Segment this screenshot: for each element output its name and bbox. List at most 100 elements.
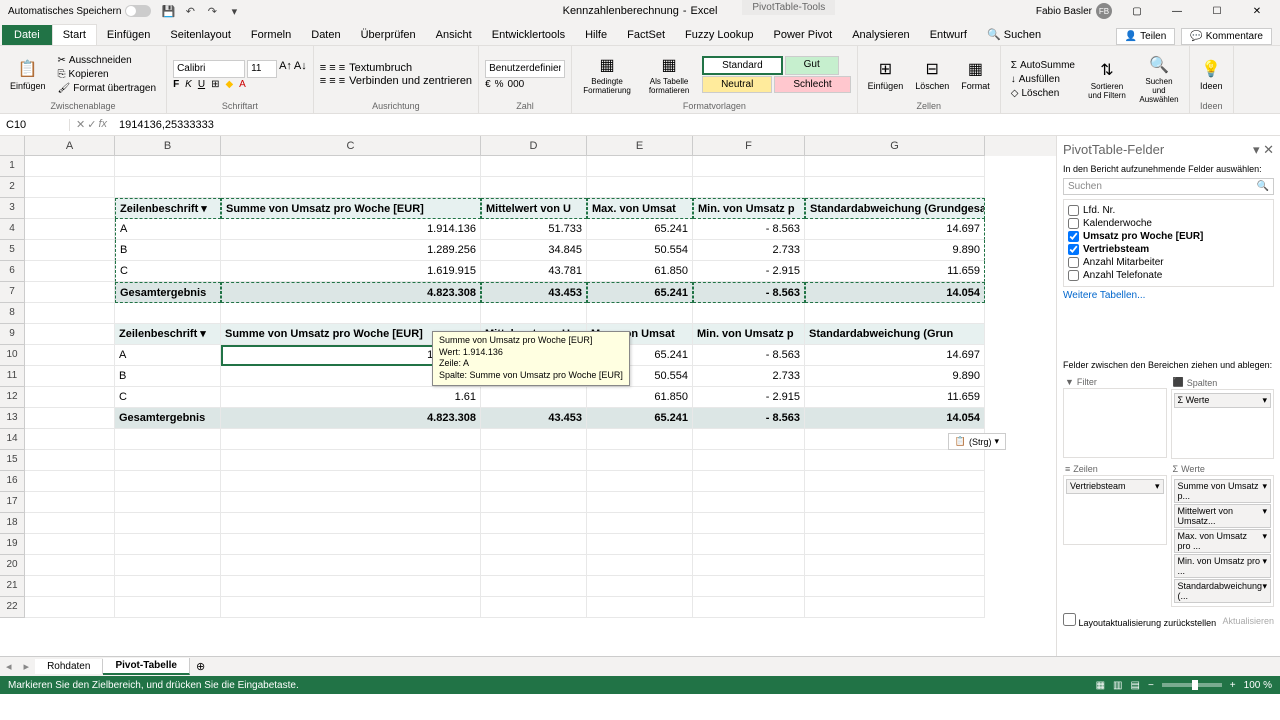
- area-item[interactable]: Σ Werte▾: [1174, 393, 1272, 408]
- zoom-level[interactable]: 100 %: [1244, 680, 1272, 691]
- percent-button[interactable]: %: [495, 79, 504, 90]
- row-header[interactable]: 12: [0, 387, 25, 408]
- currency-button[interactable]: €: [485, 79, 491, 90]
- number-format-select[interactable]: [485, 60, 565, 78]
- tab-factset[interactable]: FactSet: [617, 25, 675, 45]
- format-cells-button[interactable]: ▦Format: [957, 57, 994, 93]
- area-item[interactable]: Mittelwert von Umsatz...▾: [1174, 504, 1272, 528]
- ideas-button[interactable]: 💡Ideen: [1196, 57, 1227, 93]
- autosave-toggle[interactable]: Automatisches Speichern: [8, 5, 151, 17]
- row-header[interactable]: 22: [0, 597, 25, 618]
- save-icon[interactable]: 💾: [161, 4, 175, 18]
- paste-button[interactable]: 📋Einfügen: [6, 57, 50, 93]
- sheet-nav-prev[interactable]: ◂: [0, 660, 18, 673]
- field-item[interactable]: Anzahl Telefonate: [1068, 269, 1269, 282]
- sheet-tab[interactable]: Pivot-Tabelle: [103, 658, 190, 675]
- pane-options-icon[interactable]: ▾: [1253, 142, 1260, 157]
- row-header[interactable]: 18: [0, 513, 25, 534]
- tab-einfugen[interactable]: Einfügen: [97, 25, 160, 45]
- tab-devtools[interactable]: Entwicklertools: [482, 25, 575, 45]
- row-header[interactable]: 14: [0, 429, 25, 450]
- row-header[interactable]: 4: [0, 219, 25, 240]
- area-item[interactable]: Min. von Umsatz pro ...▾: [1174, 554, 1272, 578]
- row-header[interactable]: 19: [0, 534, 25, 555]
- row-header[interactable]: 9: [0, 324, 25, 345]
- style-gut[interactable]: Gut: [785, 56, 839, 75]
- filter-area[interactable]: [1063, 388, 1167, 458]
- name-box[interactable]: C10: [0, 119, 70, 131]
- row-header[interactable]: 15: [0, 450, 25, 471]
- tab-entwurf[interactable]: Entwurf: [920, 25, 977, 45]
- merge-button[interactable]: Verbinden und zentrieren: [349, 75, 472, 87]
- underline-button[interactable]: U: [198, 79, 205, 90]
- row-header[interactable]: 1: [0, 156, 25, 177]
- tab-hilfe[interactable]: Hilfe: [575, 25, 617, 45]
- row-header[interactable]: 16: [0, 471, 25, 492]
- decrease-font-icon[interactable]: A↓: [294, 60, 307, 78]
- paste-options[interactable]: 📋 (Strg) ▾: [948, 433, 1006, 450]
- formula-input[interactable]: 1914136,25333333: [113, 119, 1280, 131]
- share-button[interactable]: 👤 Teilen: [1116, 28, 1176, 45]
- row-header[interactable]: 21: [0, 576, 25, 597]
- rows-area[interactable]: Vertriebsteam▾: [1063, 475, 1167, 545]
- increase-font-icon[interactable]: A↑: [279, 60, 292, 78]
- spreadsheet-grid[interactable]: A B C D E F G 123Zeilenbeschrift ▾Summe …: [0, 136, 1056, 656]
- autosum-button[interactable]: Σ AutoSumme: [1007, 59, 1079, 72]
- col-header[interactable]: E: [587, 136, 693, 156]
- update-button[interactable]: Aktualisieren: [1222, 616, 1274, 626]
- sheet-nav-next[interactable]: ▸: [18, 660, 36, 673]
- undo-icon[interactable]: ↶: [183, 4, 197, 18]
- close-icon[interactable]: ✕: [1242, 0, 1272, 22]
- col-header[interactable]: D: [481, 136, 587, 156]
- italic-button[interactable]: K: [185, 79, 192, 90]
- field-item[interactable]: Kalenderwoche: [1068, 217, 1269, 230]
- tab-file[interactable]: Datei: [2, 25, 52, 45]
- bold-button[interactable]: F: [173, 79, 179, 90]
- sheet-tab[interactable]: Rohdaten: [35, 659, 103, 674]
- ribbon-options-icon[interactable]: ▢: [1122, 0, 1152, 22]
- add-sheet-icon[interactable]: ⊕: [190, 660, 211, 673]
- tab-start[interactable]: Start: [52, 24, 97, 45]
- size-select[interactable]: [247, 60, 277, 78]
- pane-close-icon[interactable]: ✕: [1263, 142, 1274, 157]
- fill-button[interactable]: ↓ Ausfüllen: [1007, 73, 1079, 86]
- more-tables-link[interactable]: Weitere Tabellen...: [1063, 287, 1274, 304]
- row-header[interactable]: 20: [0, 555, 25, 576]
- row-header[interactable]: 17: [0, 492, 25, 513]
- font-select[interactable]: [173, 60, 245, 78]
- style-schlecht[interactable]: Schlecht: [774, 76, 850, 93]
- clear-button[interactable]: ◇ Löschen: [1007, 87, 1079, 100]
- col-header[interactable]: A: [25, 136, 115, 156]
- row-header[interactable]: 2: [0, 177, 25, 198]
- find-select-button[interactable]: 🔍Suchen und Auswählen: [1135, 53, 1183, 106]
- minimize-icon[interactable]: —: [1162, 0, 1192, 22]
- view-pagebreak-icon[interactable]: ▤: [1131, 680, 1140, 691]
- defer-layout-checkbox[interactable]: Layoutaktualisierung zurückstellen: [1063, 613, 1216, 628]
- col-header[interactable]: B: [115, 136, 221, 156]
- columns-area[interactable]: Σ Werte▾: [1171, 389, 1275, 459]
- row-header[interactable]: 11: [0, 366, 25, 387]
- style-neutral[interactable]: Neutral: [702, 76, 772, 93]
- maximize-icon[interactable]: ☐: [1202, 0, 1232, 22]
- row-header[interactable]: 8: [0, 303, 25, 324]
- tab-uberprufen[interactable]: Überprüfen: [351, 25, 426, 45]
- cut-button[interactable]: ✂ Ausschneiden: [54, 54, 161, 67]
- zoom-in-icon[interactable]: +: [1230, 680, 1236, 691]
- style-standard[interactable]: Standard: [702, 56, 783, 75]
- delete-cells-button[interactable]: ⊟Löschen: [911, 57, 953, 93]
- enter-formula-icon[interactable]: ✓: [87, 118, 96, 131]
- row-header[interactable]: 10: [0, 345, 25, 366]
- tab-powerpivot[interactable]: Power Pivot: [764, 25, 843, 45]
- fx-icon[interactable]: fx: [98, 118, 107, 131]
- fill-color-button[interactable]: ◆: [225, 79, 233, 90]
- redo-icon[interactable]: ↷: [205, 4, 219, 18]
- view-layout-icon[interactable]: ▥: [1113, 680, 1122, 691]
- field-search[interactable]: Suchen 🔍: [1063, 178, 1274, 195]
- zoom-out-icon[interactable]: −: [1148, 680, 1154, 691]
- tab-ansicht[interactable]: Ansicht: [426, 25, 482, 45]
- field-item[interactable]: Umsatz pro Woche [EUR]: [1068, 230, 1269, 243]
- row-header[interactable]: 7: [0, 282, 25, 303]
- zoom-slider[interactable]: [1162, 683, 1222, 687]
- col-header[interactable]: G: [805, 136, 985, 156]
- tab-seitenlayout[interactable]: Seitenlayout: [160, 25, 241, 45]
